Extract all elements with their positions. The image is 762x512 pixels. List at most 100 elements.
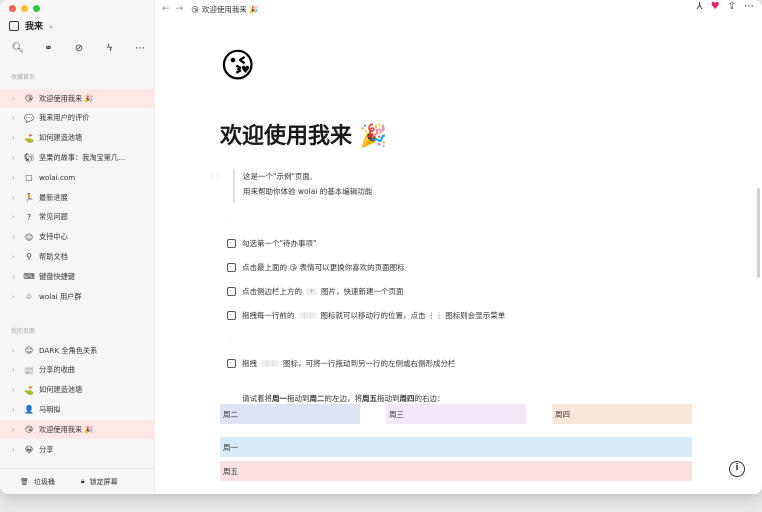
sidebar-item-label: 如何建造池塘 (39, 133, 83, 143)
column-block-wednesday[interactable]: 周三 (386, 404, 526, 424)
sidebar-item[interactable]: › ♧ wolai 用户群 (0, 287, 155, 306)
chevron-right-icon[interactable]: › (12, 406, 22, 414)
chevron-right-icon[interactable]: › (12, 293, 22, 301)
todo-text: 点击侧边栏上方的 (242, 287, 302, 296)
info-icon[interactable]: i (729, 461, 745, 477)
todo-item: 勾选第一个"待办事项" (227, 238, 316, 249)
column-block-thursday[interactable]: 周四 (552, 404, 692, 424)
page-icon: 😘 (24, 425, 34, 435)
sidebar-item-label: 马明拟 (39, 404, 61, 414)
page-icon: 😀 (24, 445, 34, 454)
zoom-window-button[interactable] (33, 5, 40, 12)
chevron-right-icon[interactable]: › (12, 194, 22, 202)
sidebar-item[interactable]: ›? 常见问题 (0, 208, 155, 227)
sidebar-item[interactable]: › ▢ wolai.com (0, 168, 155, 187)
sidebar-item[interactable]: › ☺ DARK 全角色关系 (0, 341, 155, 360)
todo-item: 点击最上面的 😘 表情可以更换你喜欢的页面图标 (227, 262, 405, 273)
sidebar-item-label: 我来用户的评价 (39, 113, 90, 123)
sidebar-item-label: wolai.com (39, 173, 76, 183)
heart-icon[interactable]: ♥ (711, 1, 720, 12)
trash-button[interactable]: 🗑︎ 垃圾桶 (20, 477, 55, 487)
page-icon: ? (26, 212, 32, 222)
empty-block[interactable]: · (230, 337, 232, 344)
chevron-right-icon[interactable]: › (12, 273, 22, 281)
sidebar-item[interactable]: › ⛳ 如何建造池塘 (0, 129, 155, 148)
share-graph-icon[interactable]: ⚭ (41, 43, 57, 54)
export-icon[interactable]: ⇪ (728, 1, 736, 12)
chevron-right-icon[interactable]: › (12, 253, 22, 261)
new-page-icon[interactable]: ⊘ (71, 43, 87, 54)
chevron-right-icon[interactable]: › (12, 134, 22, 142)
column-block-tuesday[interactable]: 周二 (220, 404, 360, 424)
sidebar-item[interactable]: › 🏃 最新进展 (0, 188, 155, 207)
breadcrumb[interactable]: 欢迎使用我来 🎉 (202, 4, 259, 15)
row-block-friday[interactable]: 周五 (220, 461, 692, 481)
page-icon: ⛳ (24, 133, 34, 143)
sidebar-item[interactable]: › 😀 分享 (0, 440, 155, 459)
workspace-switcher[interactable]: 我来 ⌄ (9, 19, 54, 32)
chevron-right-icon[interactable]: › (12, 154, 22, 162)
share-icon[interactable]: ⅄ (697, 1, 703, 12)
sidebar-toolbar: 🔍︎ ⚭ ⊘ ϟ ⋯ (10, 43, 148, 54)
close-window-button[interactable] (9, 5, 16, 12)
chevron-right-icon[interactable]: › (12, 426, 22, 434)
sidebar-item[interactable]: › ⛳ 如何建造池塘 (0, 381, 155, 400)
sidebar-item[interactable]: › 📰 分享的收曲 (0, 361, 155, 380)
chevron-right-icon[interactable]: › (12, 233, 22, 241)
sidebar-item[interactable]: › 💬 我来用户的评价 (0, 109, 155, 128)
more-icon[interactable]: ⋯ (744, 1, 754, 12)
search-icon[interactable]: 🔍︎ (10, 43, 26, 54)
sidebar-item-label: 分享的收曲 (39, 365, 75, 375)
todo-checkbox[interactable] (227, 287, 236, 296)
sidebar-item[interactable]: › 👤 马明拟 (0, 400, 155, 419)
minimize-window-button[interactable] (21, 5, 28, 12)
sidebar-item[interactable]: › ☺ 支持中心 (0, 228, 155, 247)
todo-item: 点击侧边栏上方的 + 图片，快速新建一个页面 (227, 286, 404, 297)
todo-text: 勾选第一个"待办事项" (242, 239, 317, 248)
sidebar-item[interactable]: › ⚲ 帮助文档 (0, 247, 155, 266)
sidebar-item[interactable]: › ⌨ 键盘快捷键 (0, 267, 155, 286)
page-title[interactable]: 欢迎使用我来 🎉 (220, 118, 387, 150)
todo-item: 拖拽每一行前的 ⋮⋮ 图标就可以移动行的位置，点击 ⋮⋮ 图标则会显示菜单 (227, 310, 505, 321)
window-controls (9, 5, 40, 12)
back-arrow-icon[interactable]: ← (162, 4, 170, 14)
page-icon: ☺ (24, 346, 34, 355)
lock-screen-button[interactable]: 🔒︎ 锁定屏幕 (81, 477, 118, 487)
todo-checkbox[interactable] (227, 359, 236, 368)
todo-checkbox[interactable] (227, 263, 236, 272)
chevron-right-icon[interactable]: › (12, 114, 22, 122)
page-emoji-icon[interactable]: 😘 (220, 46, 255, 86)
inline-icon: + (306, 288, 318, 295)
page-icon: ☺ (24, 232, 34, 242)
chevron-right-icon[interactable]: › (12, 386, 22, 394)
lightning-icon[interactable]: ϟ (102, 43, 118, 54)
row-block-monday[interactable]: 周一 (220, 437, 692, 457)
chevron-right-icon[interactable]: › (12, 347, 22, 355)
chevron-right-icon[interactable]: › (12, 95, 22, 103)
page-icon: ⚲ (26, 252, 32, 262)
sidebar-item-label: 如何建造池塘 (39, 385, 83, 395)
workspace-icon (9, 20, 19, 31)
sidebar-item-label: DARK 全角色关系 (39, 345, 98, 355)
topbar-actions: ⅄ ♥ ⇪ ⋯ (697, 1, 754, 12)
forward-arrow-icon[interactable]: → (176, 4, 184, 14)
quote-block[interactable]: 这是一个"示例"页面, 用来帮助你体验 wolai 的基本编辑功能 (233, 169, 372, 203)
chevron-right-icon[interactable]: › (12, 446, 22, 454)
scrollbar[interactable] (757, 188, 760, 278)
todo-checkbox[interactable] (227, 239, 236, 248)
sidebar-item-label: 分享 (39, 444, 54, 454)
todo-checkbox[interactable] (227, 311, 236, 320)
chevron-right-icon[interactable]: › (12, 174, 22, 182)
sidebar-item[interactable]: › 😘 欢迎使用我来 🎉 (0, 420, 155, 440)
sidebar-item[interactable]: › 😘 欢迎使用我来 🎉 (0, 89, 155, 108)
empty-block[interactable]: · (230, 216, 232, 223)
trash-label: 垃圾桶 (33, 477, 55, 486)
todo-item-drag: 拖拽 ⋮⋮ 图标，可将一行拖动到另一行的左侧或右侧形成分栏 (227, 358, 456, 369)
drag-handle-icon[interactable]: ⋮⋮ (208, 172, 222, 180)
chevron-right-icon[interactable]: › (12, 366, 22, 374)
instruction-text: 请试着将周一拖动到周二的左边，将周五拖动到周四的右边： (242, 394, 445, 403)
more-icon[interactable]: ⋯ (132, 43, 148, 54)
sidebar-item[interactable]: › 🐿 坚果的故事：我淘宝第几… (0, 148, 155, 167)
chevron-right-icon[interactable]: › (12, 213, 22, 221)
pages-section-title: 我的页面 (11, 328, 36, 335)
